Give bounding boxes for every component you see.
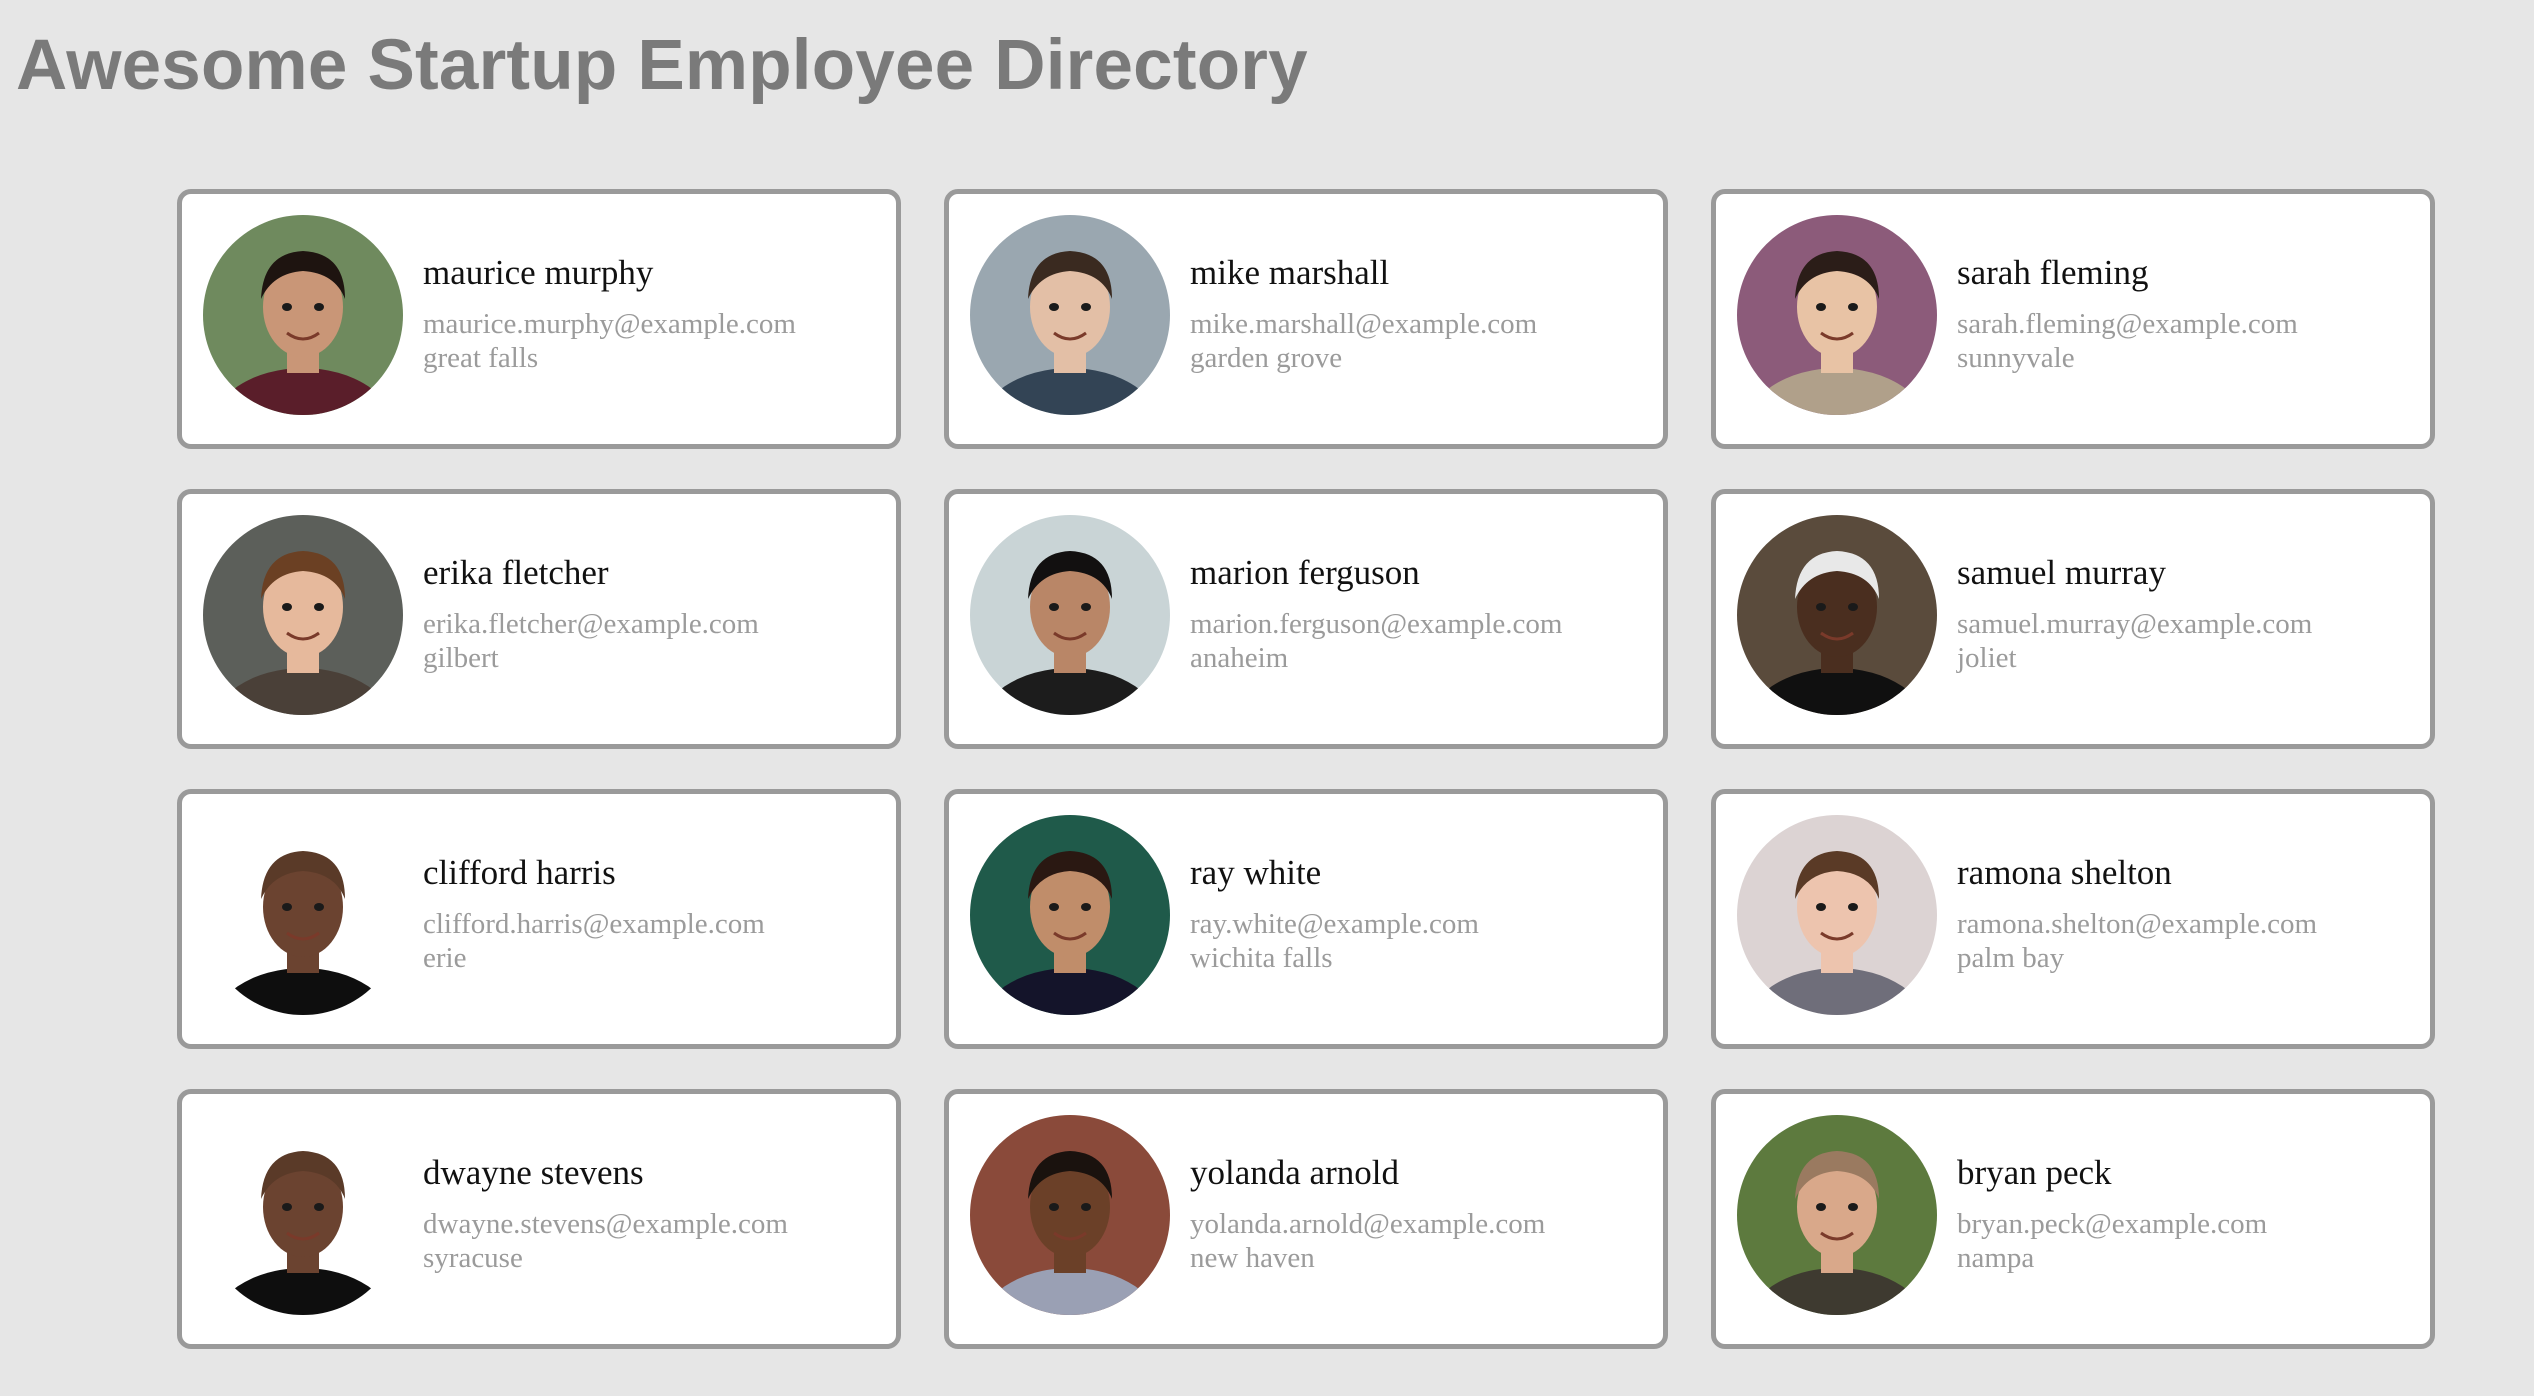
employee-card[interactable]: dwayne stevens dwayne.stevens@example.com… [177, 1089, 901, 1349]
employee-info: yolanda arnold yolanda.arnold@example.com… [1190, 1115, 1545, 1275]
employee-name: dwayne stevens [423, 1153, 644, 1192]
employee-info: ray white ray.white@example.com wichita fa… [1190, 815, 1479, 975]
employee-email: marion.ferguson@example.com [1190, 608, 1563, 640]
employee-info: ramona shelton ramona.shelton@example.com… [1957, 815, 2317, 975]
employee-name: erika fletcher [423, 553, 609, 592]
employee-info: marion ferguson marion.ferguson@example.c… [1190, 515, 1562, 675]
employee-email: yolanda.arnold@example.com [1190, 1208, 1546, 1240]
employee-city: palm bay [1957, 942, 2065, 974]
employee-city: wichita falls [1190, 942, 1333, 974]
avatar [970, 515, 1170, 715]
employee-email: clifford.harris@example.com [423, 908, 765, 940]
employee-city: gilbert [423, 642, 499, 674]
employee-city: sunnyvale [1957, 342, 2075, 374]
employee-card[interactable]: marion ferguson marion.ferguson@example.c… [944, 489, 1668, 749]
employee-card[interactable]: yolanda arnold yolanda.arnold@example.com… [944, 1089, 1668, 1349]
employee-city: nampa [1957, 1242, 2035, 1274]
avatar [203, 215, 403, 415]
employee-info: maurice murphy maurice.murphy@example.com… [423, 215, 796, 375]
avatar [1737, 815, 1937, 1015]
employee-name: mike marshall [1190, 253, 1390, 292]
employee-name: clifford harris [423, 853, 616, 892]
employee-city: syracuse [423, 1242, 523, 1274]
employee-name: marion ferguson [1190, 553, 1420, 592]
avatar [970, 215, 1170, 415]
employee-name: bryan peck [1957, 1153, 2112, 1192]
employee-email: ray.white@example.com [1190, 908, 1479, 940]
employee-city: garden grove [1190, 342, 1343, 374]
avatar [970, 1115, 1170, 1315]
employee-card[interactable]: ramona shelton ramona.shelton@example.com… [1711, 789, 2435, 1049]
avatar [203, 815, 403, 1015]
employee-info: sarah fleming sarah.fleming@example.com su… [1957, 215, 2298, 375]
employee-info: erika fletcher erika.fletcher@example.com… [423, 515, 759, 675]
employee-card[interactable]: mike marshall mike.marshall@example.com ga… [944, 189, 1668, 449]
employee-city: new haven [1190, 1242, 1315, 1274]
avatar [970, 815, 1170, 1015]
employee-card[interactable]: erika fletcher erika.fletcher@example.com… [177, 489, 901, 749]
employee-info: clifford harris clifford.harris@example.c… [423, 815, 765, 975]
employee-email: sarah.fleming@example.com [1957, 308, 2298, 340]
employee-card[interactable]: bryan peck bryan.peck@example.com nampa [1711, 1089, 2435, 1349]
employee-info: dwayne stevens dwayne.stevens@example.com… [423, 1115, 788, 1275]
employee-info: samuel murray samuel.murray@example.com jo… [1957, 515, 2312, 675]
employee-name: ray white [1190, 853, 1322, 892]
avatar [203, 515, 403, 715]
avatar [203, 1115, 403, 1315]
avatar [1737, 215, 1937, 415]
employee-city: joliet [1957, 642, 2017, 674]
employee-email: maurice.murphy@example.com [423, 308, 796, 340]
employee-name: sarah fleming [1957, 253, 2149, 292]
avatar [1737, 515, 1937, 715]
employee-city: anaheim [1190, 642, 1289, 674]
employee-city: erie [423, 942, 467, 974]
employee-email: bryan.peck@example.com [1957, 1208, 2268, 1240]
employee-card[interactable]: sarah fleming sarah.fleming@example.com su… [1711, 189, 2435, 449]
employee-email: ramona.shelton@example.com [1957, 908, 2318, 940]
employee-email: dwayne.stevens@example.com [423, 1208, 788, 1240]
employee-info: bryan peck bryan.peck@example.com nampa [1957, 1115, 2267, 1275]
employee-name: yolanda arnold [1190, 1153, 1399, 1192]
employee-card[interactable]: clifford harris clifford.harris@example.c… [177, 789, 901, 1049]
employee-card[interactable]: samuel murray samuel.murray@example.com jo… [1711, 489, 2435, 749]
employee-email: samuel.murray@example.com [1957, 608, 2313, 640]
avatar [1737, 1115, 1937, 1315]
employee-name: ramona shelton [1957, 853, 2172, 892]
page-title: Awesome Startup Employee Directory [16, 26, 1308, 105]
employee-card[interactable]: ray white ray.white@example.com wichita fa… [944, 789, 1668, 1049]
employee-email: mike.marshall@example.com [1190, 308, 1538, 340]
employee-name: samuel murray [1957, 553, 2166, 592]
employee-name: maurice murphy [423, 253, 654, 292]
employee-info: mike marshall mike.marshall@example.com ga… [1190, 215, 1537, 375]
employee-card[interactable]: maurice murphy maurice.murphy@example.com… [177, 189, 901, 449]
employee-email: erika.fletcher@example.com [423, 608, 759, 640]
employee-gallery: maurice murphy maurice.murphy@example.com… [177, 189, 2437, 1349]
employee-city: great falls [423, 342, 539, 374]
